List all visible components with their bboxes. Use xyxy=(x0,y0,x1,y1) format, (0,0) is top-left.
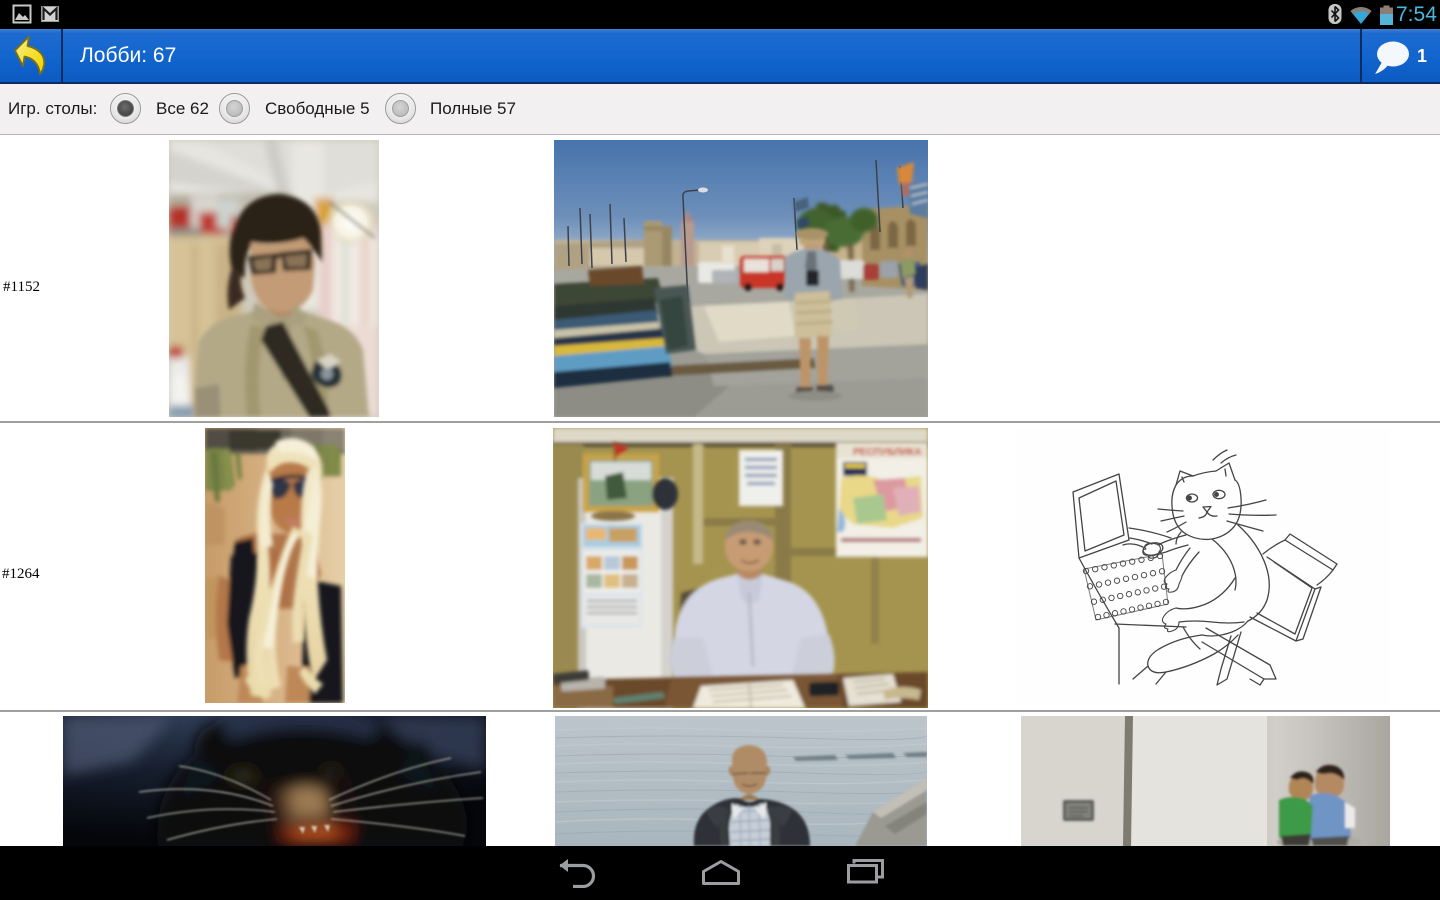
svg-text:РЕСПУБЛИКА: РЕСПУБЛИКА xyxy=(853,447,921,458)
